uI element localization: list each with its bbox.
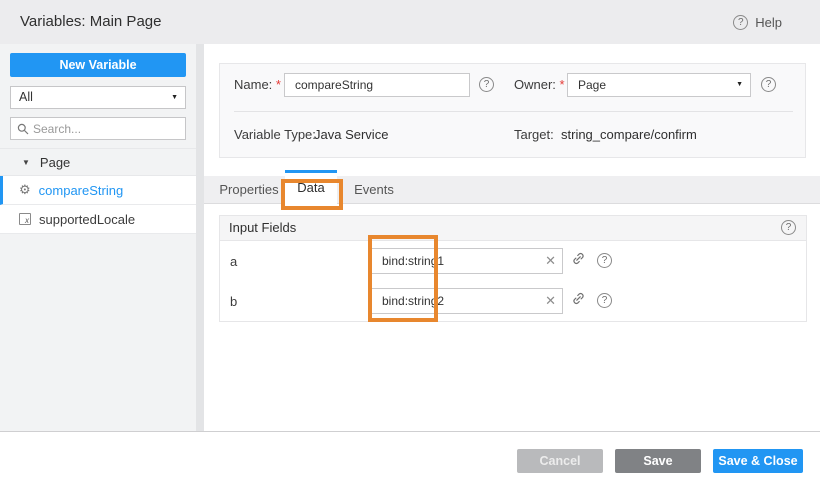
search-input[interactable] <box>33 118 183 139</box>
variable-summary-panel: Name: * ? Owner: * Page ▼ ? Variable Typ… <box>219 63 806 158</box>
filter-selected-value: All <box>19 90 33 104</box>
chevron-down-icon: ▼ <box>171 87 178 108</box>
window-header: Variables: Main Page ? Help <box>0 0 820 44</box>
required-asterisk: * <box>276 77 281 92</box>
input-fields-header: Input Fields ? <box>220 216 806 241</box>
help-button[interactable]: ? Help <box>733 0 782 44</box>
tree-item-comparestring[interactable]: ⚙ compareString <box>0 176 196 205</box>
variable-icon: x <box>19 213 31 225</box>
detail-tabbar: Properties Data Events <box>204 170 820 204</box>
panel-divider <box>234 111 793 112</box>
tree-item-label: supportedLocale <box>39 212 135 227</box>
bind-link-icon[interactable] <box>571 291 586 306</box>
save-button[interactable]: Save <box>615 449 701 473</box>
search-icon <box>17 123 29 135</box>
sidebar: New Variable All ▼ ▼ Page ⚙ compareStrin… <box>0 44 196 431</box>
search-box <box>10 117 186 140</box>
variable-tree: ▼ Page ⚙ compareString x supportedLocale <box>0 148 196 234</box>
tab-events[interactable]: Events <box>345 176 403 204</box>
tree-item-label: compareString <box>39 183 124 198</box>
service-gear-icon: ⚙ <box>19 184 31 197</box>
footer-bar: Cancel Save Save & Close <box>0 431 820 490</box>
chevron-down-icon: ▼ <box>736 74 743 96</box>
field-label-a: a <box>230 254 237 269</box>
cancel-button[interactable]: Cancel <box>517 449 603 473</box>
target-label: Target: <box>514 126 554 144</box>
bind-link-icon[interactable] <box>571 251 586 266</box>
name-help-icon[interactable]: ? <box>479 77 494 92</box>
required-asterisk: * <box>560 77 565 92</box>
main-content: Name: * ? Owner: * Page ▼ ? Variable Typ… <box>204 44 820 431</box>
input-fields-panel: Input Fields ? a ✕ ? b ✕ ? <box>219 215 807 322</box>
field-help-icon[interactable]: ? <box>597 253 612 268</box>
form-row-type-target: Variable Type: Java Service Target: stri… <box>234 126 793 144</box>
tab-properties[interactable]: Properties <box>214 176 284 204</box>
name-field[interactable] <box>284 73 470 97</box>
owner-dropdown[interactable]: Page ▼ <box>567 73 751 97</box>
save-and-close-button[interactable]: Save & Close <box>713 449 803 473</box>
bind-input-box-a: ✕ <box>371 248 563 274</box>
help-label: Help <box>755 15 782 30</box>
variable-type-value: Java Service <box>314 126 388 144</box>
field-label-b: b <box>230 294 237 309</box>
field-help-icon[interactable]: ? <box>597 293 612 308</box>
clear-icon[interactable]: ✕ <box>545 249 556 273</box>
tab-data[interactable]: Data <box>285 170 337 204</box>
input-fields-help-icon[interactable]: ? <box>781 220 796 235</box>
target-value: string_compare/confirm <box>561 126 697 144</box>
tree-group-page[interactable]: ▼ Page <box>0 148 196 176</box>
variable-type-label: Variable Type: <box>234 126 316 144</box>
page-title: Variables: Main Page <box>20 0 161 44</box>
help-icon: ? <box>733 15 748 30</box>
tree-item-supportedlocale[interactable]: x supportedLocale <box>0 205 196 234</box>
clear-icon[interactable]: ✕ <box>545 289 556 313</box>
tree-group-label: Page <box>40 155 70 170</box>
new-variable-button[interactable]: New Variable <box>10 53 186 77</box>
bind-input-box-b: ✕ <box>371 288 563 314</box>
owner-label: Owner: * <box>514 73 565 97</box>
name-label: Name: * <box>234 73 281 97</box>
input-field-row-b: b ✕ ? <box>220 281 806 321</box>
owner-selected-value: Page <box>578 78 606 92</box>
variable-filter-dropdown[interactable]: All ▼ <box>10 86 186 109</box>
form-row-name-owner: Name: * ? Owner: * Page ▼ ? <box>234 73 793 97</box>
sidebar-scrollbar-track[interactable] <box>196 44 204 431</box>
owner-help-icon[interactable]: ? <box>761 77 776 92</box>
collapse-arrow-icon: ▼ <box>22 158 30 167</box>
input-fields-title: Input Fields <box>229 220 296 235</box>
bind-input-b[interactable] <box>372 289 532 313</box>
bind-input-a[interactable] <box>372 249 532 273</box>
input-field-row-a: a ✕ ? <box>220 241 806 281</box>
